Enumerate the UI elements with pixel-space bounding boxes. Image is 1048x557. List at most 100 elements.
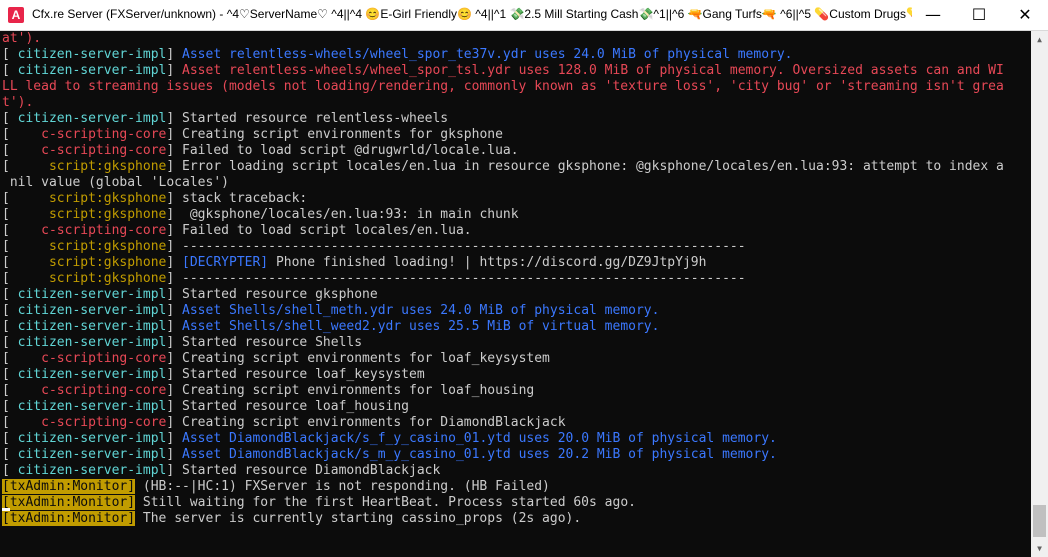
console-line: at'). — [2, 31, 41, 47]
log-message: Started resource loaf_keysystem — [174, 367, 425, 382]
log-source-tag: c-scripting-core — [9, 143, 167, 158]
log-message: ----------------------------------------… — [174, 271, 746, 286]
bracket: [ — [2, 207, 10, 222]
log-source-tag: citizen-server-impl — [9, 399, 167, 414]
log-source-tag: c-scripting-core — [9, 415, 167, 430]
log-source-tag: c-scripting-core — [9, 351, 167, 366]
console-line: [ citizen-server-impl] Asset relentless-… — [2, 47, 793, 63]
log-source-tag: citizen-server-impl — [9, 335, 167, 350]
console-line: [ c-scripting-core] Creating script envi… — [2, 127, 503, 143]
console-line: LL lead to streaming issues (models not … — [2, 79, 1004, 95]
log-message: Creating script environments for loaf_ho… — [174, 383, 535, 398]
log-message: t'). — [2, 95, 34, 110]
scroll-up-arrow-icon[interactable]: ▲ — [1031, 31, 1048, 48]
log-message: Creating script environments for loaf_ke… — [174, 351, 550, 366]
console-line: [ c-scripting-core] Creating script envi… — [2, 415, 566, 431]
bracket: [ — [2, 415, 10, 430]
console-line: [ citizen-server-impl] Started resource … — [2, 367, 425, 383]
console-line: [ script:gksphone] Error loading script … — [2, 159, 1004, 175]
bracket: [ — [2, 319, 10, 334]
terminal-window: A Cfx.re Server (FXServer/unknown) - ^4♡… — [0, 0, 1048, 557]
bracket: [ — [2, 351, 10, 366]
log-message: ----------------------------------------… — [174, 239, 746, 254]
console-line: [ script:gksphone] [DECRYPTER] Phone fin… — [2, 255, 706, 271]
log-message: @gksphone/locales/en.lua:93: in main chu… — [174, 207, 519, 222]
console-line: [ citizen-server-impl] Asset DiamondBlac… — [2, 447, 777, 463]
scroll-down-arrow-icon[interactable]: ▼ — [1031, 540, 1048, 557]
log-message: stack traceback: — [174, 191, 308, 206]
bracket: [ — [2, 271, 10, 286]
log-source-tag: c-scripting-core — [9, 383, 167, 398]
txadmin-monitor-tag: [txAdmin:Monitor] — [2, 495, 136, 510]
bracket: [ — [2, 143, 10, 158]
txadmin-app-icon[interactable]: A — [8, 7, 24, 23]
bracket: [ — [2, 63, 10, 78]
console-line: nil value (global 'Locales') — [2, 175, 229, 191]
log-message: (HB:--|HC:1) FXServer is not responding.… — [135, 479, 550, 494]
bracket: [ — [2, 127, 10, 142]
text-cursor — [2, 508, 10, 511]
bracket: [ — [2, 223, 10, 238]
log-source-tag: citizen-server-impl — [9, 111, 167, 126]
log-source-tag: script:gksphone — [9, 255, 167, 270]
bracket: [ — [2, 191, 10, 206]
console-line: [ c-scripting-core] Creating script envi… — [2, 351, 550, 367]
console-line: [ script:gksphone] @gksphone/locales/en.… — [2, 207, 519, 223]
console-line: [ c-scripting-core] Creating script envi… — [2, 383, 534, 399]
log-source-tag: c-scripting-core — [9, 223, 167, 238]
scroll-thumb[interactable] — [1033, 505, 1046, 537]
console-line: [ citizen-server-impl] Asset Shells/shel… — [2, 319, 659, 335]
bracket: [ — [2, 447, 10, 462]
log-message: Asset relentless-wheels/wheel_spor_tsl.y… — [174, 63, 1004, 78]
log-message: The server is currently starting cassino… — [135, 511, 582, 526]
console-line: t'). — [2, 95, 33, 111]
log-message: Asset relentless-wheels/wheel_spor_te37v… — [174, 47, 793, 62]
log-message: Creating script environments for gksphon… — [174, 127, 503, 142]
log-source-tag: citizen-server-impl — [9, 287, 167, 302]
log-source-tag: citizen-server-impl — [9, 303, 167, 318]
console-line: [ citizen-server-impl] Started resource … — [2, 335, 362, 351]
log-message: Asset Shells/shell_meth.ydr uses 24.0 Mi… — [174, 303, 660, 318]
title-bar[interactable]: A Cfx.re Server (FXServer/unknown) - ^4♡… — [0, 0, 1048, 31]
log-message: Started resource gksphone — [174, 287, 378, 302]
console-line: [ citizen-server-impl] Started resource … — [2, 111, 448, 127]
bracket: [ — [2, 431, 10, 446]
console-line: [ c-scripting-core] Failed to load scrip… — [2, 223, 472, 239]
log-message: Asset DiamondBlackjack/s_m_y_casino_01.y… — [174, 447, 777, 462]
log-message: Creating script environments for Diamond… — [174, 415, 566, 430]
log-message: Started resource DiamondBlackjack — [174, 463, 441, 478]
log-message: Error loading script locales/en.lua in r… — [174, 159, 1004, 174]
console-line: [ citizen-server-impl] Started resource … — [2, 463, 440, 479]
bracket: [ — [2, 111, 10, 126]
log-message: Asset Shells/shell_weed2.ydr uses 25.5 M… — [174, 319, 660, 334]
log-source-tag: script:gksphone — [9, 191, 167, 206]
bracket: [ — [2, 303, 10, 318]
log-source-tag: citizen-server-impl — [9, 447, 167, 462]
window-title: Cfx.re Server (FXServer/unknown) - ^4♡Se… — [32, 7, 912, 21]
log-source-tag: citizen-server-impl — [9, 63, 167, 78]
log-source-tag: citizen-server-impl — [9, 431, 167, 446]
log-message: Started resource relentless-wheels — [174, 111, 449, 126]
minimize-button[interactable]: — — [910, 0, 956, 30]
log-message: at'). — [2, 31, 42, 46]
bracket: [ — [2, 335, 10, 350]
log-message: [DECRYPTER] Phone finished loading! | ht… — [182, 255, 707, 270]
log-source-tag: citizen-server-impl — [9, 463, 167, 478]
console-line: [txAdmin:Monitor] Still waiting for the … — [2, 495, 636, 511]
log-message: Failed to load script @drugwrld/locale.l… — [174, 143, 519, 158]
bracket: [ — [2, 239, 10, 254]
bracket: [ — [2, 255, 10, 270]
log-source-tag: script:gksphone — [9, 207, 167, 222]
vertical-scrollbar[interactable]: ▲ ▼ — [1031, 31, 1048, 557]
bracket: [ — [2, 287, 10, 302]
console-line: [ script:gksphone] stack traceback: — [2, 191, 307, 207]
log-message: Still waiting for the first HeartBeat. P… — [135, 495, 636, 510]
console-line: [ citizen-server-impl] Asset relentless-… — [2, 63, 1004, 79]
console-output[interactable]: at').[ citizen-server-impl] Asset relent… — [0, 31, 1031, 557]
maximize-button[interactable]: ☐ — [956, 0, 1002, 30]
log-message: Started resource Shells — [174, 335, 363, 350]
log-source-tag: c-scripting-core — [9, 127, 167, 142]
console-line: [ citizen-server-impl] Started resource … — [2, 287, 378, 303]
close-button[interactable]: ✕ — [1002, 0, 1048, 30]
console-line: [ script:gksphone] ---------------------… — [2, 239, 746, 255]
